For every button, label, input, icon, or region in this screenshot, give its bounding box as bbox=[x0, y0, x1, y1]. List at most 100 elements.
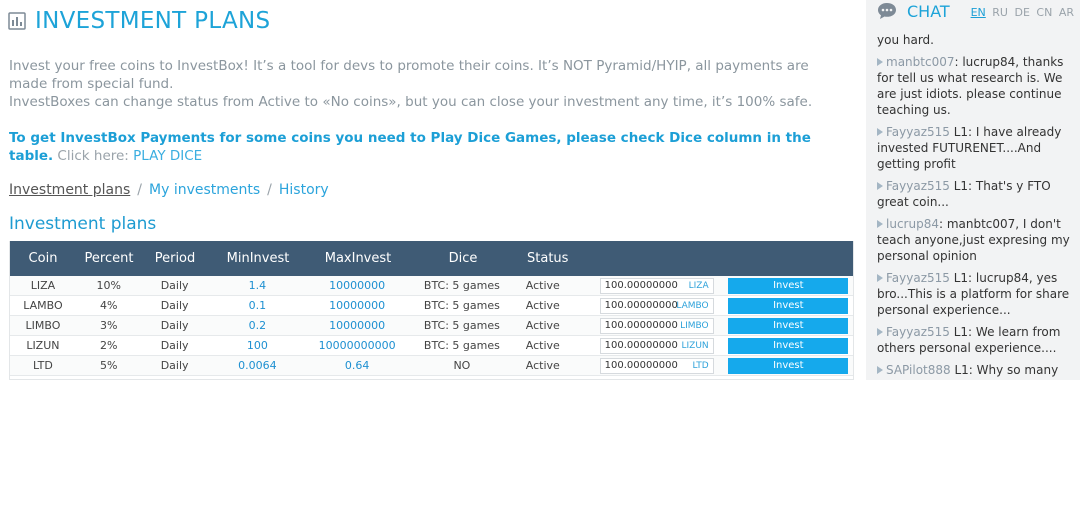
chat-message: SAPilot888 L1: Why so many wallet status… bbox=[877, 362, 1077, 380]
chat-username[interactable]: Fayyaz515 bbox=[886, 271, 950, 285]
chat-username[interactable]: lucrup84 bbox=[886, 217, 939, 231]
amount-input[interactable]: 100.00000000 LIZUN bbox=[599, 337, 714, 354]
cell-maxinvest[interactable]: 10000000 bbox=[307, 299, 407, 312]
reply-arrow-icon[interactable] bbox=[877, 128, 883, 136]
plans-table: Coin Percent Period MinInvest MaxInvest … bbox=[9, 241, 854, 380]
cell-percent: 2% bbox=[100, 339, 118, 352]
cell-period: Daily bbox=[160, 299, 189, 312]
cell-maxinvest[interactable]: 0.64 bbox=[307, 359, 407, 372]
invest-cell: Invest bbox=[728, 357, 853, 374]
chat-username[interactable]: manbtc007 bbox=[886, 55, 954, 69]
reply-arrow-icon[interactable] bbox=[877, 182, 883, 190]
amount-currency: LAMBO bbox=[676, 300, 709, 311]
invest-button[interactable]: Invest bbox=[728, 357, 849, 374]
table-row: LIZA 10% Daily 1.4 10000000 BTC: 5 games… bbox=[10, 276, 853, 296]
col-percent[interactable]: Percent bbox=[76, 251, 142, 266]
speech-bubble-icon bbox=[878, 3, 896, 19]
tab-investment-plans[interactable]: Investment plans bbox=[9, 182, 130, 198]
cell-maxinvest[interactable]: 10000000 bbox=[307, 279, 407, 292]
cell-dice: BTC: 5 games bbox=[423, 279, 500, 292]
reply-arrow-icon[interactable] bbox=[877, 220, 883, 228]
invest-button[interactable]: Invest bbox=[728, 337, 849, 354]
col-coin[interactable]: Coin bbox=[10, 251, 76, 266]
reply-arrow-icon[interactable] bbox=[877, 58, 883, 66]
chat-message: Fayyaz515 L1: We learn from others perso… bbox=[877, 324, 1077, 356]
cell-coin: LAMBO bbox=[23, 299, 63, 312]
amount-cell: 100.00000000 LTD bbox=[577, 357, 729, 374]
main-content: INVESTMENT PLANS Invest your free coins … bbox=[0, 0, 866, 380]
cell-dice: BTC: 5 games bbox=[423, 299, 500, 312]
cell-maxinvest[interactable]: 10000000000 bbox=[307, 339, 407, 352]
section-title: Investment plans bbox=[9, 214, 157, 234]
amount-currency: LIZUN bbox=[681, 340, 709, 351]
tab-history[interactable]: History bbox=[279, 182, 329, 198]
reply-arrow-icon[interactable] bbox=[877, 274, 883, 282]
lang-en[interactable]: EN bbox=[971, 6, 986, 19]
cell-mininvest[interactable]: 1.4 bbox=[208, 279, 308, 292]
chat-title: CHAT bbox=[907, 1, 950, 21]
amount-input[interactable]: 100.00000000 LAMBO bbox=[599, 297, 714, 314]
col-dice[interactable]: Dice bbox=[408, 251, 518, 266]
intro-text: Invest your free coins to InvestBox! It’… bbox=[9, 57, 851, 111]
col-period[interactable]: Period bbox=[142, 251, 208, 266]
amount-cell: 100.00000000 LIZUN bbox=[577, 337, 729, 354]
chat-message: Fayyaz515 L1: That's y FTO great coin... bbox=[877, 178, 1077, 210]
invest-button[interactable]: Invest bbox=[728, 297, 849, 314]
amount-input[interactable]: 100.00000000 LIZA bbox=[599, 277, 714, 294]
amount-cell: 100.00000000 LIZA bbox=[577, 277, 729, 294]
cell-maxinvest[interactable]: 10000000 bbox=[307, 319, 407, 332]
cell-mininvest[interactable]: 0.0064 bbox=[208, 359, 308, 372]
col-maxinvest[interactable]: MaxInvest bbox=[308, 251, 408, 266]
amount-input[interactable]: 100.00000000 LTD bbox=[599, 357, 714, 374]
cell-percent: 3% bbox=[100, 319, 118, 332]
chat-username[interactable]: SAPilot888 bbox=[886, 363, 951, 377]
chat-username[interactable]: Fayyaz515 bbox=[886, 325, 950, 339]
chat-username[interactable]: Fayyaz515 bbox=[886, 125, 950, 139]
calculator-icon bbox=[8, 12, 26, 30]
tab-my-investments[interactable]: My investments bbox=[149, 182, 260, 198]
amount-input[interactable]: 100.00000000 LIMBO bbox=[599, 317, 714, 334]
cell-dice: NO bbox=[453, 359, 471, 372]
amount-cell: 100.00000000 LAMBO bbox=[577, 297, 729, 314]
cell-mininvest[interactable]: 100 bbox=[208, 339, 308, 352]
amount-currency: LTD bbox=[692, 360, 709, 371]
chat-message: lucrup84: manbtc007, I don't teach anyon… bbox=[877, 216, 1077, 264]
table-header: Coin Percent Period MinInvest MaxInvest … bbox=[10, 241, 853, 276]
amount-value: 100.00000000 bbox=[604, 279, 678, 291]
page-title: INVESTMENT PLANS bbox=[35, 8, 271, 34]
table-row: LIZUN 2% Daily 100 10000000000 BTC: 5 ga… bbox=[10, 336, 853, 356]
tab-separator: / bbox=[267, 182, 272, 198]
reply-arrow-icon[interactable] bbox=[877, 328, 883, 336]
cell-coin: LIMBO bbox=[25, 319, 61, 332]
chat-message: Fayyaz515 L1: I have already invested FU… bbox=[877, 124, 1077, 172]
reply-arrow-icon[interactable] bbox=[877, 366, 883, 374]
invest-cell: Invest bbox=[728, 277, 853, 294]
cell-status: Active bbox=[525, 319, 560, 332]
dice-notice-prefix: Click here: bbox=[53, 148, 134, 164]
amount-currency: LIMBO bbox=[680, 320, 709, 331]
cell-status: Active bbox=[525, 279, 560, 292]
chat-username[interactable]: Fayyaz515 bbox=[886, 179, 950, 193]
cell-period: Daily bbox=[160, 279, 189, 292]
table-body: LIZA 10% Daily 1.4 10000000 BTC: 5 games… bbox=[10, 276, 853, 376]
col-status[interactable]: Status bbox=[518, 251, 578, 266]
cell-mininvest[interactable]: 0.1 bbox=[208, 299, 308, 312]
amount-value: 100.00000000 bbox=[604, 359, 678, 371]
col-mininvest[interactable]: MinInvest bbox=[208, 251, 308, 266]
language-switcher: EN RU DE CN AR bbox=[968, 6, 1074, 19]
cell-mininvest[interactable]: 0.2 bbox=[208, 319, 308, 332]
amount-value: 100.00000000 bbox=[604, 299, 678, 311]
lang-de[interactable]: DE bbox=[1014, 6, 1029, 19]
intro-line-2: InvestBoxes can change status from Activ… bbox=[9, 94, 813, 110]
cell-status: Active bbox=[525, 339, 560, 352]
cell-percent: 4% bbox=[100, 299, 118, 312]
lang-cn[interactable]: CN bbox=[1036, 6, 1052, 19]
cell-percent: 5% bbox=[100, 359, 118, 372]
play-dice-link[interactable]: PLAY DICE bbox=[133, 148, 202, 164]
lang-ar[interactable]: AR bbox=[1059, 6, 1074, 19]
invest-button[interactable]: Invest bbox=[728, 277, 849, 294]
chat-message: manbtc007: lucrup84, thanks for tell us … bbox=[877, 54, 1077, 118]
lang-ru[interactable]: RU bbox=[992, 6, 1008, 19]
invest-button[interactable]: Invest bbox=[728, 317, 849, 334]
chat-messages: you hard. manbtc007: lucrup84, thanks fo… bbox=[877, 32, 1077, 380]
